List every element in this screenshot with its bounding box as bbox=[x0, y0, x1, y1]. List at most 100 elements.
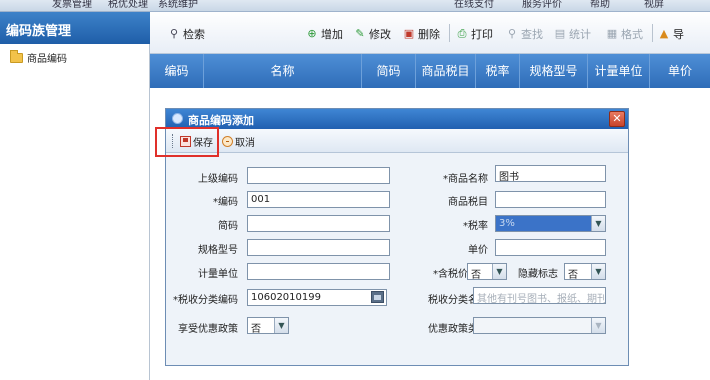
cancel-button[interactable]: 取消 bbox=[222, 134, 255, 149]
column-header[interactable]: 商品税目 bbox=[416, 54, 476, 88]
folder-icon bbox=[10, 49, 23, 63]
column-header[interactable]: 简码 bbox=[362, 54, 416, 88]
search-icon: ⚲ bbox=[169, 27, 179, 40]
menu-service[interactable]: 服务评价 bbox=[522, 0, 562, 10]
export-button[interactable]: ▲ 导 bbox=[658, 26, 684, 42]
find-icon: ⚲ bbox=[507, 27, 517, 40]
format-label: 格式 bbox=[621, 28, 643, 41]
toolbar-separator bbox=[652, 24, 653, 42]
delete-label: 删除 bbox=[418, 28, 440, 41]
menu-system[interactable]: 系统维护 bbox=[158, 0, 198, 10]
tax-item-field[interactable] bbox=[495, 191, 606, 208]
spec-field[interactable] bbox=[247, 239, 390, 256]
hidden-flag-label: 隐藏标志 bbox=[518, 269, 558, 280]
menu-video[interactable]: 视屏 bbox=[644, 0, 664, 10]
chevron-down-icon: ▼ bbox=[591, 318, 605, 333]
unit-label: 计量单位 bbox=[198, 269, 238, 280]
tree-item-product-code[interactable]: 商品编码 bbox=[10, 49, 67, 65]
chevron-down-icon: ▼ bbox=[492, 264, 506, 279]
delete-icon: ▣ bbox=[403, 27, 415, 40]
search-button[interactable]: ⚲ 检索 bbox=[168, 26, 205, 42]
app-icon bbox=[172, 113, 183, 124]
main-toolbar: ⚲ 检索 ⊕ 增加 ✎ 修改 ▣ 删除 ⎙ 打印 ⚲ 查找 ▤ 统计 ▦ 格式 … bbox=[150, 12, 710, 54]
dialog-title-bar[interactable]: 商品编码添加 bbox=[166, 109, 628, 129]
add-button[interactable]: ⊕ 增加 bbox=[306, 26, 343, 42]
preferential-value: 否 bbox=[251, 324, 261, 334]
column-header[interactable]: 税率 bbox=[476, 54, 520, 88]
preferential-type-select[interactable]: ▼ bbox=[473, 317, 606, 334]
save-button[interactable]: 保存 bbox=[180, 134, 213, 149]
stats-button[interactable]: ▤ 统计 bbox=[554, 26, 591, 42]
menu-invoice[interactable]: 发票管理 bbox=[52, 0, 92, 10]
column-header[interactable]: 规格型号 bbox=[520, 54, 588, 88]
code-field[interactable]: 001 bbox=[247, 191, 390, 208]
column-header[interactable]: 名称 bbox=[204, 54, 362, 88]
parent-code-label: 上级编码 bbox=[198, 174, 238, 185]
print-button[interactable]: ⎙ 打印 bbox=[456, 26, 493, 42]
save-icon bbox=[180, 136, 191, 147]
parent-code-field[interactable] bbox=[247, 167, 390, 184]
product-name-label: *商品名称 bbox=[443, 174, 488, 185]
grid-header: 编码 名称 简码 商品税目 税率 规格型号 计量单位 单价 bbox=[150, 54, 710, 88]
chevron-down-icon: ▼ bbox=[591, 264, 605, 279]
hidden-flag-select[interactable]: 否 ▼ bbox=[564, 263, 606, 280]
hidden-flag-value: 否 bbox=[568, 270, 578, 280]
bar-chart-icon: ▤ bbox=[554, 27, 566, 40]
column-header[interactable]: 计量单位 bbox=[588, 54, 650, 88]
price-field[interactable] bbox=[495, 239, 606, 256]
column-header[interactable]: 单价 bbox=[650, 54, 710, 88]
menu-payment[interactable]: 在线支付 bbox=[454, 0, 494, 10]
delete-button[interactable]: ▣ 删除 bbox=[403, 26, 440, 42]
tax-class-code-field[interactable]: 10602010199 bbox=[247, 289, 387, 306]
tree-item-label: 商品编码 bbox=[27, 54, 67, 65]
print-label: 打印 bbox=[471, 28, 493, 41]
menu-tax[interactable]: 税优处理 bbox=[108, 0, 148, 10]
cancel-icon bbox=[222, 136, 233, 147]
dialog-toolbar: 保存 取消 bbox=[166, 129, 628, 153]
tax-class-code-label: *税收分类编码 bbox=[173, 295, 238, 306]
toolbar-grip[interactable] bbox=[172, 134, 175, 148]
add-label: 增加 bbox=[321, 28, 343, 41]
menu-help[interactable]: 帮助 bbox=[590, 0, 610, 10]
tax-class-name-field[interactable]: 其他有刊号图书、报纸、期刊 bbox=[473, 287, 606, 304]
format-button[interactable]: ▦ 格式 bbox=[606, 26, 643, 42]
save-label: 保存 bbox=[193, 138, 213, 149]
price-label: 单价 bbox=[468, 245, 488, 256]
preferential-select[interactable]: 否 ▼ bbox=[247, 317, 289, 334]
tax-rate-select[interactable]: 3% ▼ bbox=[495, 215, 606, 232]
tax-class-code-value: 10602010199 bbox=[251, 292, 321, 303]
export-label: 导 bbox=[673, 28, 684, 41]
print-icon: ⎙ bbox=[457, 27, 467, 40]
preferential-label: 享受优惠政策 bbox=[178, 324, 238, 335]
dialog-title: 商品编码添加 bbox=[188, 114, 254, 127]
product-name-field[interactable]: 图书 bbox=[495, 165, 606, 182]
spec-label: 规格型号 bbox=[198, 245, 238, 256]
stats-label: 统计 bbox=[569, 28, 591, 41]
column-header[interactable]: 编码 bbox=[150, 54, 204, 88]
left-tree-panel: 商品编码 bbox=[0, 44, 150, 380]
search-label: 检索 bbox=[183, 28, 205, 41]
tax-rate-label: *税率 bbox=[463, 221, 488, 232]
short-code-field[interactable] bbox=[247, 215, 390, 232]
left-panel-title: 编码族管理 bbox=[0, 12, 150, 44]
add-icon: ⊕ bbox=[307, 27, 317, 40]
edit-button[interactable]: ✎ 修改 bbox=[354, 26, 391, 42]
close-button[interactable]: ✕ bbox=[609, 111, 625, 127]
find-label: 查找 bbox=[521, 28, 543, 41]
find-button[interactable]: ⚲ 查找 bbox=[506, 26, 543, 42]
short-code-label: 简码 bbox=[218, 221, 238, 232]
product-code-dialog: 商品编码添加 ✕ 保存 取消 上级编码 *编码 简码 规格型号 计量单位 *税收… bbox=[155, 108, 629, 366]
chevron-down-icon: ▼ bbox=[274, 318, 288, 333]
tax-rate-value: 3% bbox=[499, 218, 515, 229]
toolbar-separator bbox=[449, 24, 450, 42]
grid-icon: ▦ bbox=[606, 27, 618, 40]
tax-inclusive-value: 否 bbox=[471, 270, 481, 280]
top-menu-bar: 发票管理 税优处理 系统维护 在线支付 服务评价 帮助 视屏 bbox=[0, 0, 710, 12]
cancel-label: 取消 bbox=[235, 138, 255, 149]
unit-field[interactable] bbox=[247, 263, 390, 280]
chevron-down-icon: ▼ bbox=[591, 216, 605, 231]
tax-inclusive-select[interactable]: 否 ▼ bbox=[467, 263, 507, 280]
edit-icon: ✎ bbox=[355, 27, 365, 40]
lookup-icon[interactable] bbox=[371, 291, 384, 303]
export-icon: ▲ bbox=[659, 27, 669, 40]
